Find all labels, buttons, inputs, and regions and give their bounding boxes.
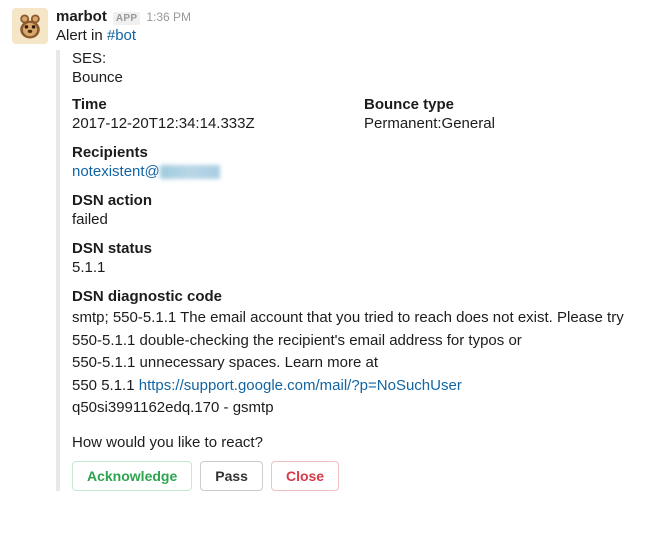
recipients-label: Recipients [72, 144, 636, 161]
avatar [12, 8, 48, 44]
attachment: SES: Bounce Time 2017-12-20T12:34:14.333… [56, 50, 644, 491]
dsn-diag-value: smtp; 550-5.1.1 The email account that y… [72, 307, 636, 420]
field-dsn-action: DSN action failed [72, 192, 636, 228]
timestamp[interactable]: 1:36 PM [146, 10, 191, 24]
alert-prefix: Alert in [56, 27, 107, 44]
bounce-value: Bounce [72, 69, 636, 86]
close-button[interactable]: Close [271, 461, 339, 491]
slack-message: marbot APP 1:36 PM Alert in #bot SES: Bo… [12, 8, 644, 497]
support-link[interactable]: https://support.google.com/mail/?p=NoSuc… [139, 377, 462, 394]
acknowledge-button[interactable]: Acknowledge [72, 461, 192, 491]
alert-text: Alert in #bot [56, 27, 644, 44]
field-bounce-type: Bounce type Permanent:General [364, 96, 636, 132]
message-header: marbot APP 1:36 PM [56, 8, 644, 25]
dsn-action-value: failed [72, 211, 636, 228]
recipient-email[interactable]: notexistent@ [72, 163, 220, 180]
ses-label: SES: [72, 50, 636, 67]
channel-link[interactable]: #bot [107, 27, 136, 44]
diag-line-2: 550-5.1.1 double-checking the recipient'… [72, 330, 636, 353]
app-badge: APP [113, 12, 140, 25]
diag-line-1: smtp; 550-5.1.1 The email account that y… [72, 307, 636, 330]
recipients-value: notexistent@ [72, 163, 636, 180]
react-prompt: How would you like to react? [72, 434, 636, 451]
dsn-status-label: DSN status [72, 240, 636, 257]
field-time: Time 2017-12-20T12:34:14.333Z [72, 96, 344, 132]
time-value: 2017-12-20T12:34:14.333Z [72, 115, 344, 132]
bounce-type-label: Bounce type [364, 96, 636, 113]
time-label: Time [72, 96, 344, 113]
pass-button[interactable]: Pass [200, 461, 263, 491]
dsn-action-label: DSN action [72, 192, 636, 209]
bounce-type-value: Permanent:General [364, 115, 636, 132]
message-content: marbot APP 1:36 PM Alert in #bot SES: Bo… [56, 8, 644, 497]
diag-line-4: 550 5.1.1 https://support.google.com/mai… [72, 375, 636, 398]
diag-line-5: q50si3991162edq.170 - gsmtp [72, 397, 636, 420]
field-dsn-status: DSN status 5.1.1 [72, 240, 636, 276]
action-buttons: Acknowledge Pass Close [72, 461, 636, 491]
field-recipients: Recipients notexistent@ [72, 144, 636, 180]
dsn-diag-label: DSN diagnostic code [72, 288, 636, 305]
diag-line-3: 550-5.1.1 unnecessary spaces. Learn more… [72, 352, 636, 375]
fields-row-1: Time 2017-12-20T12:34:14.333Z Bounce typ… [72, 96, 636, 132]
redacted-domain [160, 165, 220, 179]
dsn-status-value: 5.1.1 [72, 259, 636, 276]
username[interactable]: marbot [56, 8, 107, 25]
field-dsn-diag: DSN diagnostic code smtp; 550-5.1.1 The … [72, 288, 636, 420]
